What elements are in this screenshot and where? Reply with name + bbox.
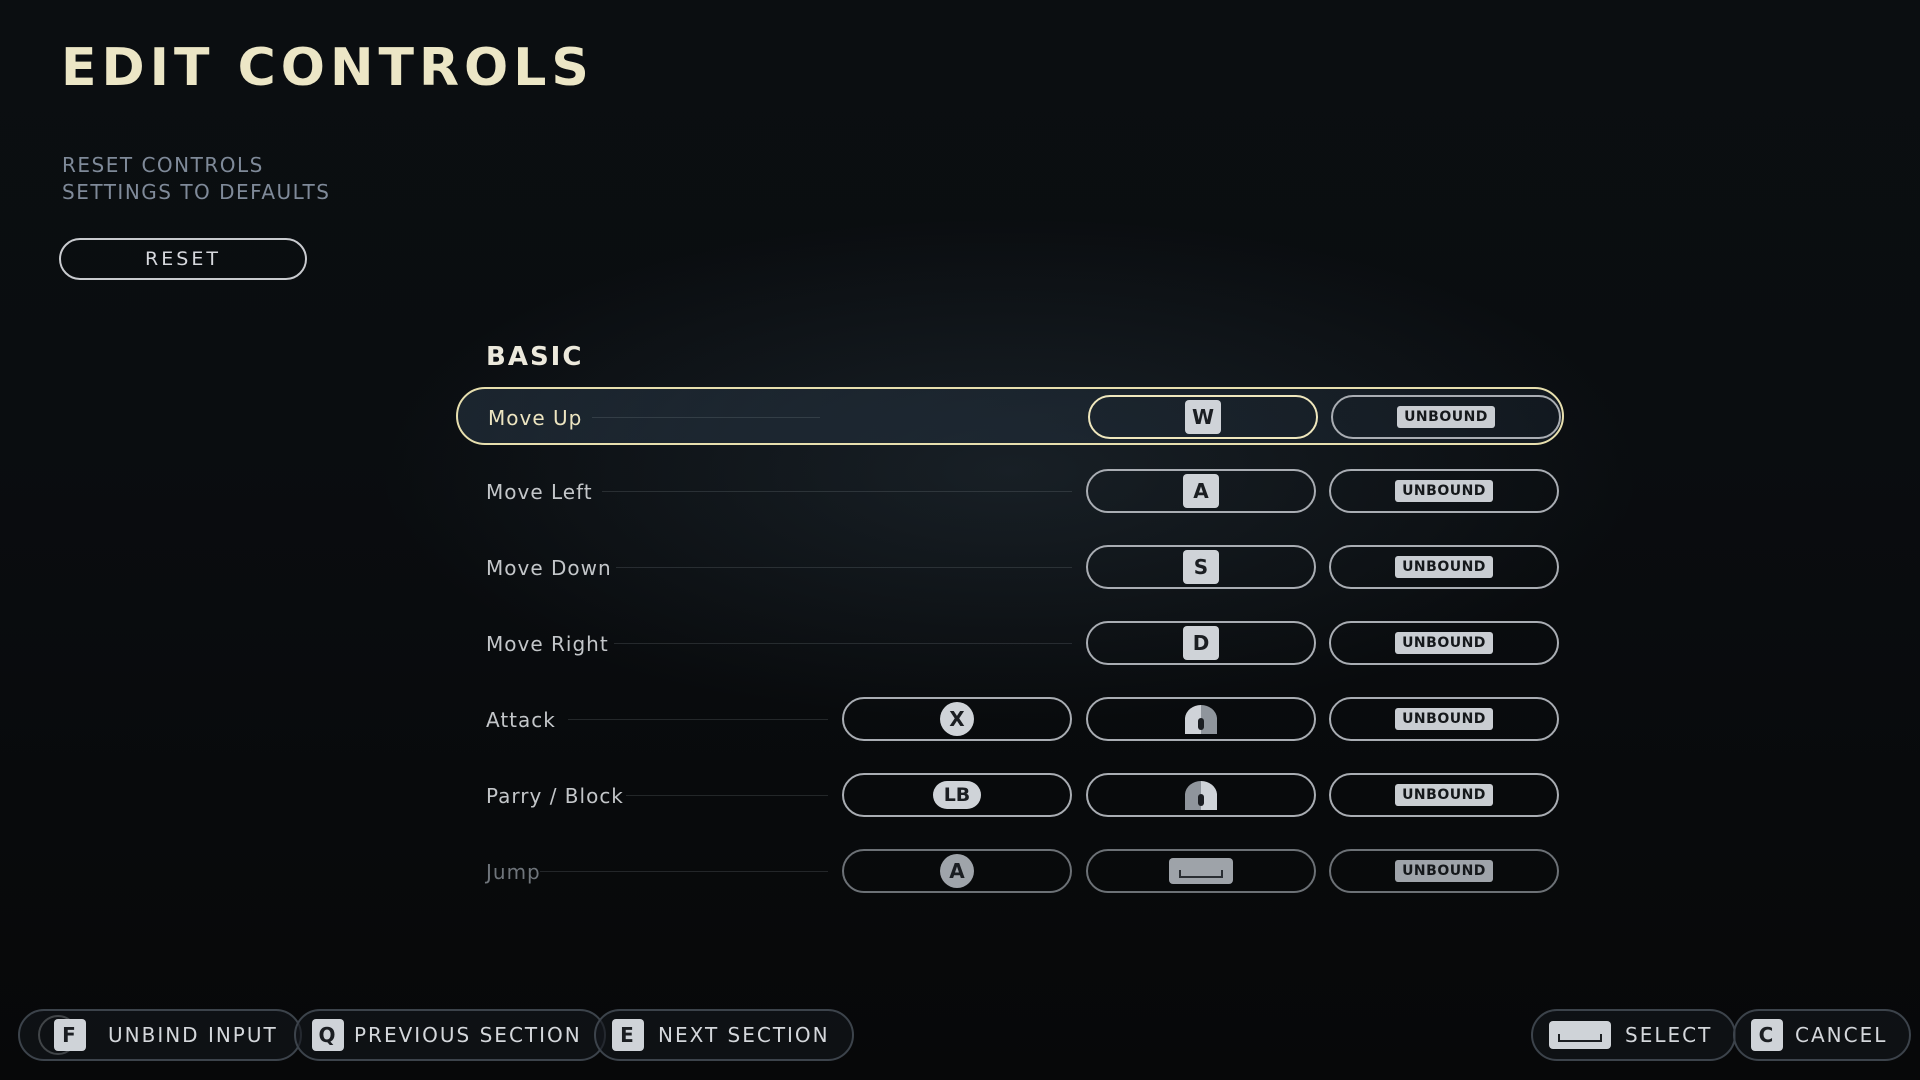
section-title: BASIC [486, 342, 584, 372]
unbind-input-button[interactable]: F UNBIND INPUT [18, 1009, 302, 1061]
binding-row-move-left[interactable]: Move Left A UNBOUND [456, 463, 1564, 521]
secondary-binding-slot[interactable]: UNBOUND [1331, 395, 1561, 439]
spacebar-key-icon [1169, 858, 1233, 884]
gamepad-a-button-icon: A [940, 854, 974, 888]
reset-description-line-1: RESET CONTROLS [62, 153, 264, 177]
row-label: Move Down [486, 556, 612, 580]
secondary-binding-slot[interactable]: UNBOUND [1329, 773, 1559, 817]
next-section-button[interactable]: E NEXT SECTION [594, 1009, 854, 1061]
unbound-badge: UNBOUND [1395, 480, 1493, 502]
reset-description-line-2: SETTINGS TO DEFAULTS [62, 180, 331, 204]
keyboard-binding-slot[interactable]: W [1088, 395, 1318, 439]
next-section-label: NEXT SECTION [658, 1023, 830, 1047]
secondary-binding-slot[interactable]: UNBOUND [1329, 697, 1559, 741]
keyboard-binding-slot[interactable]: A [1086, 469, 1316, 513]
row-divider [614, 643, 1072, 644]
mouse-left-button-icon [1185, 704, 1217, 734]
key-icon: W [1185, 400, 1221, 434]
keyboard-binding-slot[interactable] [1086, 849, 1316, 893]
row-divider [626, 795, 828, 796]
unbound-badge: UNBOUND [1395, 708, 1493, 730]
controller-binding-slot[interactable]: LB [842, 773, 1072, 817]
row-divider [592, 417, 820, 418]
row-divider [602, 491, 1072, 492]
reset-button[interactable]: RESET [59, 238, 307, 280]
secondary-binding-slot[interactable]: UNBOUND [1329, 621, 1559, 665]
previous-section-label: PREVIOUS SECTION [354, 1023, 582, 1047]
spacebar-key-icon [1549, 1021, 1611, 1049]
row-label: Move Up [488, 406, 583, 430]
unbound-badge: UNBOUND [1395, 556, 1493, 578]
unbound-badge: UNBOUND [1395, 860, 1493, 882]
controller-binding-slot[interactable]: X [842, 697, 1072, 741]
keyboard-binding-slot[interactable]: S [1086, 545, 1316, 589]
e-key-icon: E [612, 1019, 644, 1051]
previous-section-button[interactable]: Q PREVIOUS SECTION [294, 1009, 606, 1061]
cancel-label: CANCEL [1795, 1023, 1888, 1047]
key-icon: A [1183, 474, 1219, 508]
row-label: Jump [486, 860, 541, 884]
keyboard-binding-slot[interactable]: D [1086, 621, 1316, 665]
binding-row-parry-block[interactable]: Parry / Block LB UNBOUND [456, 767, 1564, 825]
binding-row-jump[interactable]: Jump A UNBOUND [456, 843, 1564, 901]
f-key-icon: F [54, 1019, 86, 1051]
row-label: Move Left [486, 480, 593, 504]
key-icon: D [1183, 626, 1219, 660]
q-key-icon: Q [312, 1019, 344, 1051]
binding-row-attack[interactable]: Attack X UNBOUND [456, 691, 1564, 749]
unbound-badge: UNBOUND [1395, 784, 1493, 806]
row-label: Attack [486, 708, 556, 732]
row-label: Parry / Block [486, 784, 624, 808]
controller-binding-slot[interactable]: A [842, 849, 1072, 893]
keyboard-binding-slot[interactable] [1086, 697, 1316, 741]
gamepad-lb-bumper-icon: LB [933, 781, 981, 809]
c-key-icon: C [1751, 1019, 1783, 1051]
unbound-badge: UNBOUND [1395, 632, 1493, 654]
mouse-right-button-icon [1185, 780, 1217, 810]
gamepad-x-button-icon: X [940, 702, 974, 736]
select-button[interactable]: SELECT [1531, 1009, 1737, 1061]
select-label: SELECT [1625, 1023, 1713, 1047]
row-divider [540, 871, 828, 872]
unbind-input-label: UNBIND INPUT [108, 1023, 278, 1047]
cancel-button[interactable]: C CANCEL [1733, 1009, 1912, 1061]
row-divider [568, 719, 828, 720]
secondary-binding-slot[interactable]: UNBOUND [1329, 545, 1559, 589]
binding-row-move-right[interactable]: Move Right D UNBOUND [456, 615, 1564, 673]
row-divider [616, 567, 1072, 568]
binding-row-move-up[interactable]: Move Up W UNBOUND [456, 387, 1564, 445]
unbound-badge: UNBOUND [1397, 406, 1495, 428]
secondary-binding-slot[interactable]: UNBOUND [1329, 849, 1559, 893]
row-label: Move Right [486, 632, 609, 656]
page-title: EDIT CONTROLS [61, 38, 594, 98]
key-icon: S [1183, 550, 1219, 584]
binding-row-move-down[interactable]: Move Down S UNBOUND [456, 539, 1564, 597]
secondary-binding-slot[interactable]: UNBOUND [1329, 469, 1559, 513]
keyboard-binding-slot[interactable] [1086, 773, 1316, 817]
reset-description: RESET CONTROLS SETTINGS TO DEFAULTS [62, 152, 330, 206]
